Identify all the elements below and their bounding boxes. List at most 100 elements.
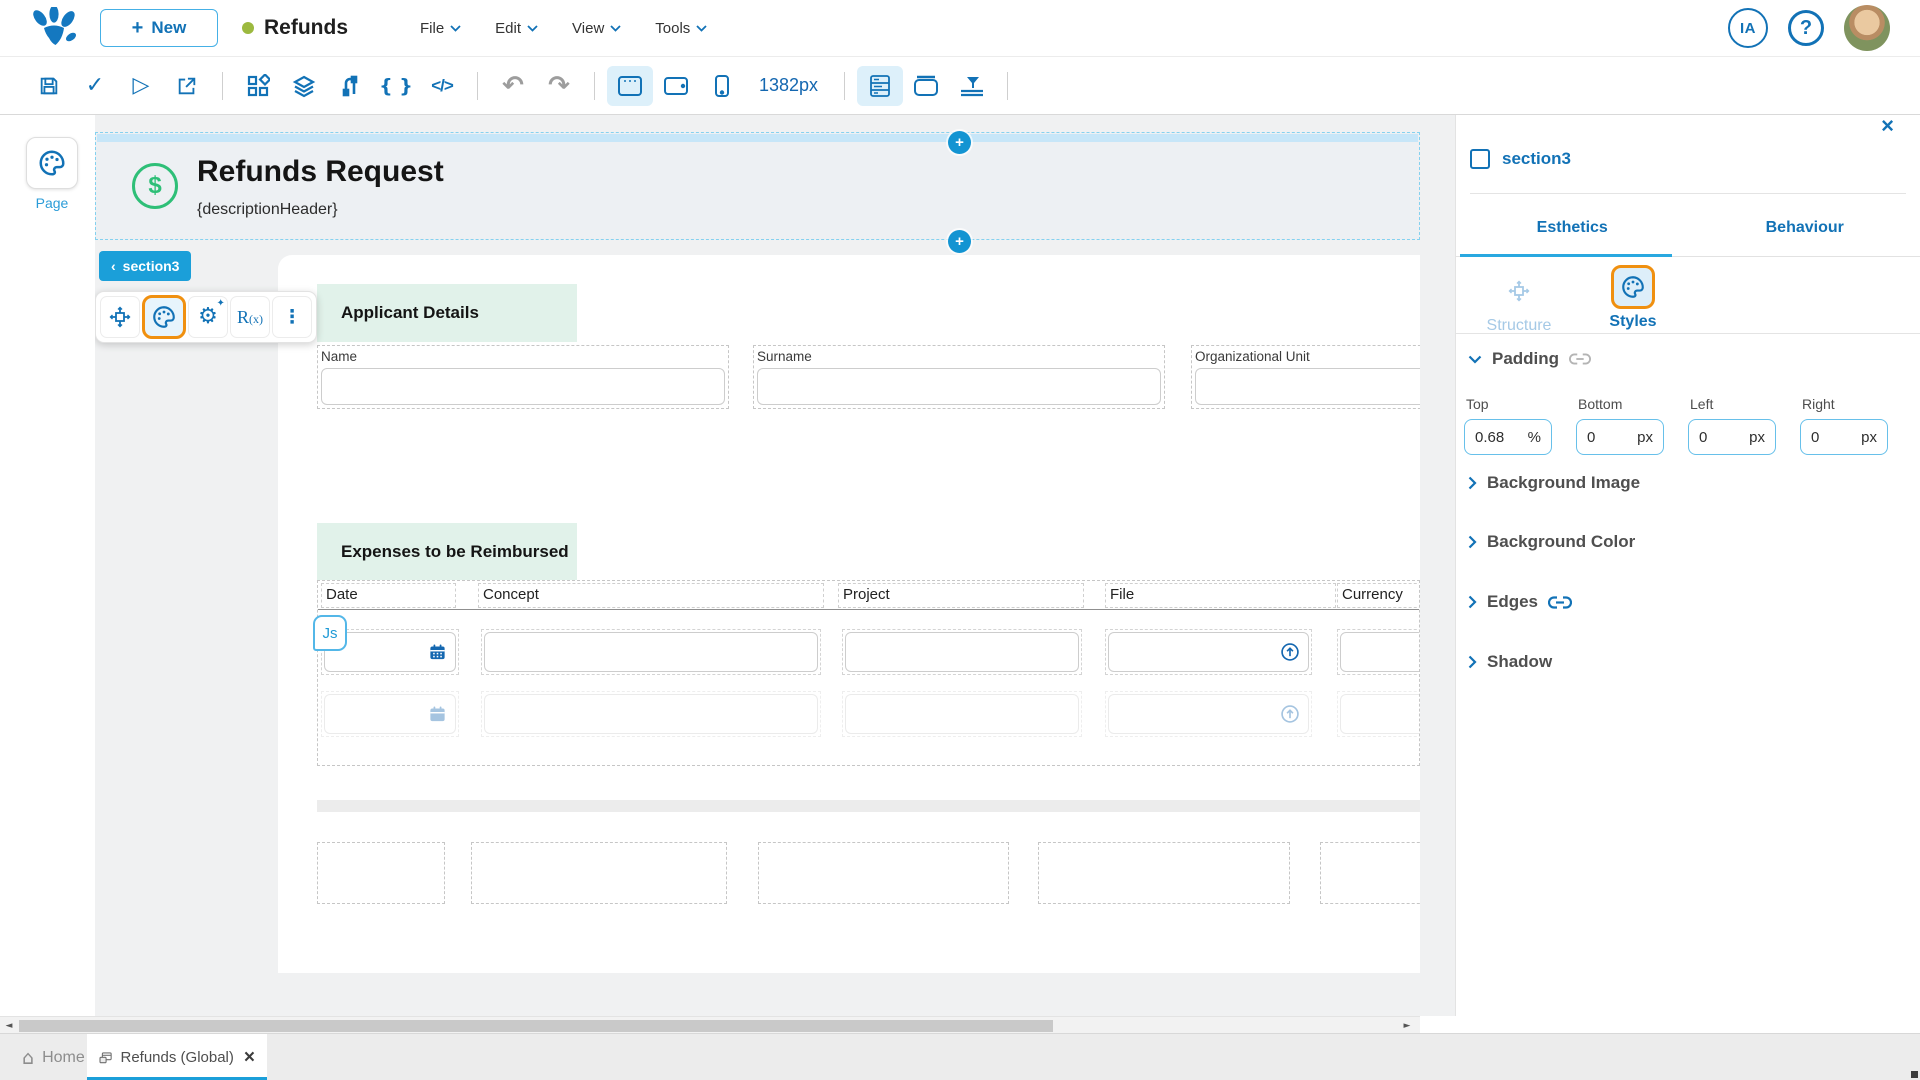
scrollbar-thumb[interactable] <box>19 1019 1053 1032</box>
validate-icon[interactable]: ✓ <box>72 66 118 106</box>
source-code-icon[interactable]: </> <box>419 66 465 106</box>
empty-cell[interactable] <box>758 842 1009 904</box>
table-row-cell-project[interactable] <box>842 629 1082 675</box>
selected-section-badge[interactable]: ‹ section3 <box>99 251 192 281</box>
padding-left-input[interactable]: 0 px <box>1688 419 1776 455</box>
run-icon[interactable]: ▷ <box>118 66 164 106</box>
padding-top-unit[interactable]: % <box>1528 429 1541 446</box>
currency-input[interactable] <box>1340 632 1419 672</box>
js-script-badge[interactable]: Js <box>313 615 347 651</box>
layers-icon[interactable] <box>281 66 327 106</box>
column-header-date[interactable]: Date <box>321 583 456 608</box>
menu-file[interactable]: File <box>410 14 471 43</box>
help-icon[interactable]: ? <box>1788 10 1824 46</box>
column-header-file[interactable]: File <box>1105 583 1336 608</box>
field-group-org-unit[interactable]: Organizational Unit <box>1191 345 1420 409</box>
empty-cell[interactable] <box>317 842 445 904</box>
section-edges[interactable]: Edges <box>1468 592 1573 612</box>
desktop-view-icon[interactable] <box>607 65 653 106</box>
menu-tools[interactable]: Tools <box>645 14 717 43</box>
connections-icon[interactable] <box>327 66 373 106</box>
empty-cell[interactable] <box>1038 842 1290 904</box>
section-background-color[interactable]: Background Color <box>1468 532 1635 552</box>
form-body-card[interactable]: Applicant Details Name Surname Organizat… <box>278 255 1420 973</box>
menu-view[interactable]: View <box>562 14 631 43</box>
layout-rows-icon[interactable] <box>857 65 904 106</box>
name-input[interactable] <box>321 368 725 405</box>
add-widget-handle-bottom[interactable]: + <box>948 230 971 253</box>
link-icon[interactable] <box>1548 595 1573 610</box>
section-padding[interactable]: Padding <box>1468 349 1591 369</box>
column-header-concept[interactable]: Concept <box>478 583 824 608</box>
tab-home[interactable]: ⌂ Home <box>12 1034 95 1080</box>
project-input[interactable] <box>845 632 1079 672</box>
rules-expression-icon[interactable]: R(x) <box>230 296 270 338</box>
section-background-image[interactable]: Background Image <box>1468 473 1640 493</box>
horizontal-scrollbar[interactable]: ◄ ► <box>0 1016 1420 1033</box>
design-canvas[interactable]: $ Refunds Request {descriptionHeader} + … <box>95 115 1455 1016</box>
padding-right-unit[interactable]: px <box>1861 429 1877 446</box>
group-title-expenses[interactable]: Expenses to be Reimbursed <box>317 523 577 580</box>
group-title-applicant[interactable]: Applicant Details <box>317 284 577 342</box>
ia-assistant-icon[interactable]: IA <box>1728 8 1768 48</box>
scroll-left-icon[interactable]: ◄ <box>2 1019 16 1032</box>
table-row-cell-concept[interactable] <box>481 629 821 675</box>
resize-grip[interactable] <box>1911 1071 1918 1078</box>
padding-right-input[interactable]: 0 px <box>1800 419 1888 455</box>
section-shadow[interactable]: Shadow <box>1468 652 1552 672</box>
close-tab-icon[interactable]: × <box>244 1047 255 1069</box>
surname-input[interactable] <box>757 368 1161 405</box>
padding-bottom-input[interactable]: 0 px <box>1576 419 1664 455</box>
field-group-surname[interactable]: Surname <box>753 345 1165 409</box>
redo-icon[interactable]: ↷ <box>536 66 582 106</box>
close-panel-icon[interactable]: × <box>1881 115 1894 137</box>
undo-icon[interactable]: ↶ <box>490 66 536 106</box>
empty-cell[interactable] <box>1320 842 1420 904</box>
container-icon[interactable] <box>903 66 949 106</box>
tablet-view-icon[interactable] <box>653 66 699 106</box>
move-icon[interactable] <box>100 296 140 338</box>
braces-icon[interactable]: { } <box>373 66 419 106</box>
export-icon[interactable] <box>164 66 210 106</box>
user-avatar[interactable] <box>1844 5 1890 51</box>
more-options-kebab-icon[interactable]: ⋮ <box>272 296 312 338</box>
tab-refunds-global[interactable]: Refunds (Global) × <box>87 1034 267 1080</box>
empty-cell[interactable] <box>471 842 727 904</box>
tab-behaviour[interactable]: Behaviour <box>1689 211 1920 257</box>
field-group-name[interactable]: Name <box>317 345 729 409</box>
tab-esthetics[interactable]: Esthetics <box>1456 211 1689 257</box>
new-button[interactable]: + New <box>100 9 218 47</box>
org-unit-input[interactable] <box>1195 368 1420 405</box>
add-widget-handle-top[interactable]: + <box>948 131 971 154</box>
padding-bottom-unit[interactable]: px <box>1637 429 1653 446</box>
form-header-widget[interactable]: $ Refunds Request {descriptionHeader} <box>95 132 1420 240</box>
components-icon[interactable] <box>235 66 281 106</box>
mobile-view-icon[interactable] <box>699 66 745 106</box>
file-upload-input[interactable] <box>1108 632 1309 672</box>
padding-left-unit[interactable]: px <box>1749 429 1765 446</box>
concept-input[interactable] <box>484 632 818 672</box>
scroll-right-icon[interactable]: ► <box>1400 1019 1414 1032</box>
expenses-table[interactable]: Date Concept Project File Currency <box>317 580 1420 766</box>
table-row-cell-currency[interactable] <box>1337 629 1419 675</box>
upload-icon[interactable] <box>1280 642 1300 662</box>
calendar-icon[interactable] <box>428 643 447 662</box>
link-icon[interactable] <box>1569 352 1591 366</box>
tool-styles[interactable]: Styles <box>1578 263 1688 331</box>
tool-structure[interactable]: Structure <box>1464 267 1574 335</box>
padding-top-input[interactable]: 0.68 % <box>1464 419 1552 455</box>
app-logo-icon[interactable] <box>28 6 80 50</box>
menu-edit[interactable]: Edit <box>485 14 548 43</box>
save-icon[interactable] <box>26 66 72 106</box>
settings-gear-icon[interactable]: ⚙ ✦ <box>188 296 228 338</box>
filter-align-icon[interactable] <box>949 66 995 106</box>
page-styles-button[interactable] <box>26 137 78 189</box>
table-scrollbar-strip[interactable] <box>317 800 1420 812</box>
styles-palette-icon[interactable] <box>142 295 186 339</box>
table-row-cell-file[interactable] <box>1105 629 1312 675</box>
column-header-currency[interactable]: Currency <box>1337 583 1419 608</box>
chevron-down-icon <box>1468 355 1482 364</box>
selection-checkbox[interactable] <box>1470 149 1490 169</box>
column-header-project[interactable]: Project <box>838 583 1084 608</box>
plus-icon: + <box>131 17 144 39</box>
